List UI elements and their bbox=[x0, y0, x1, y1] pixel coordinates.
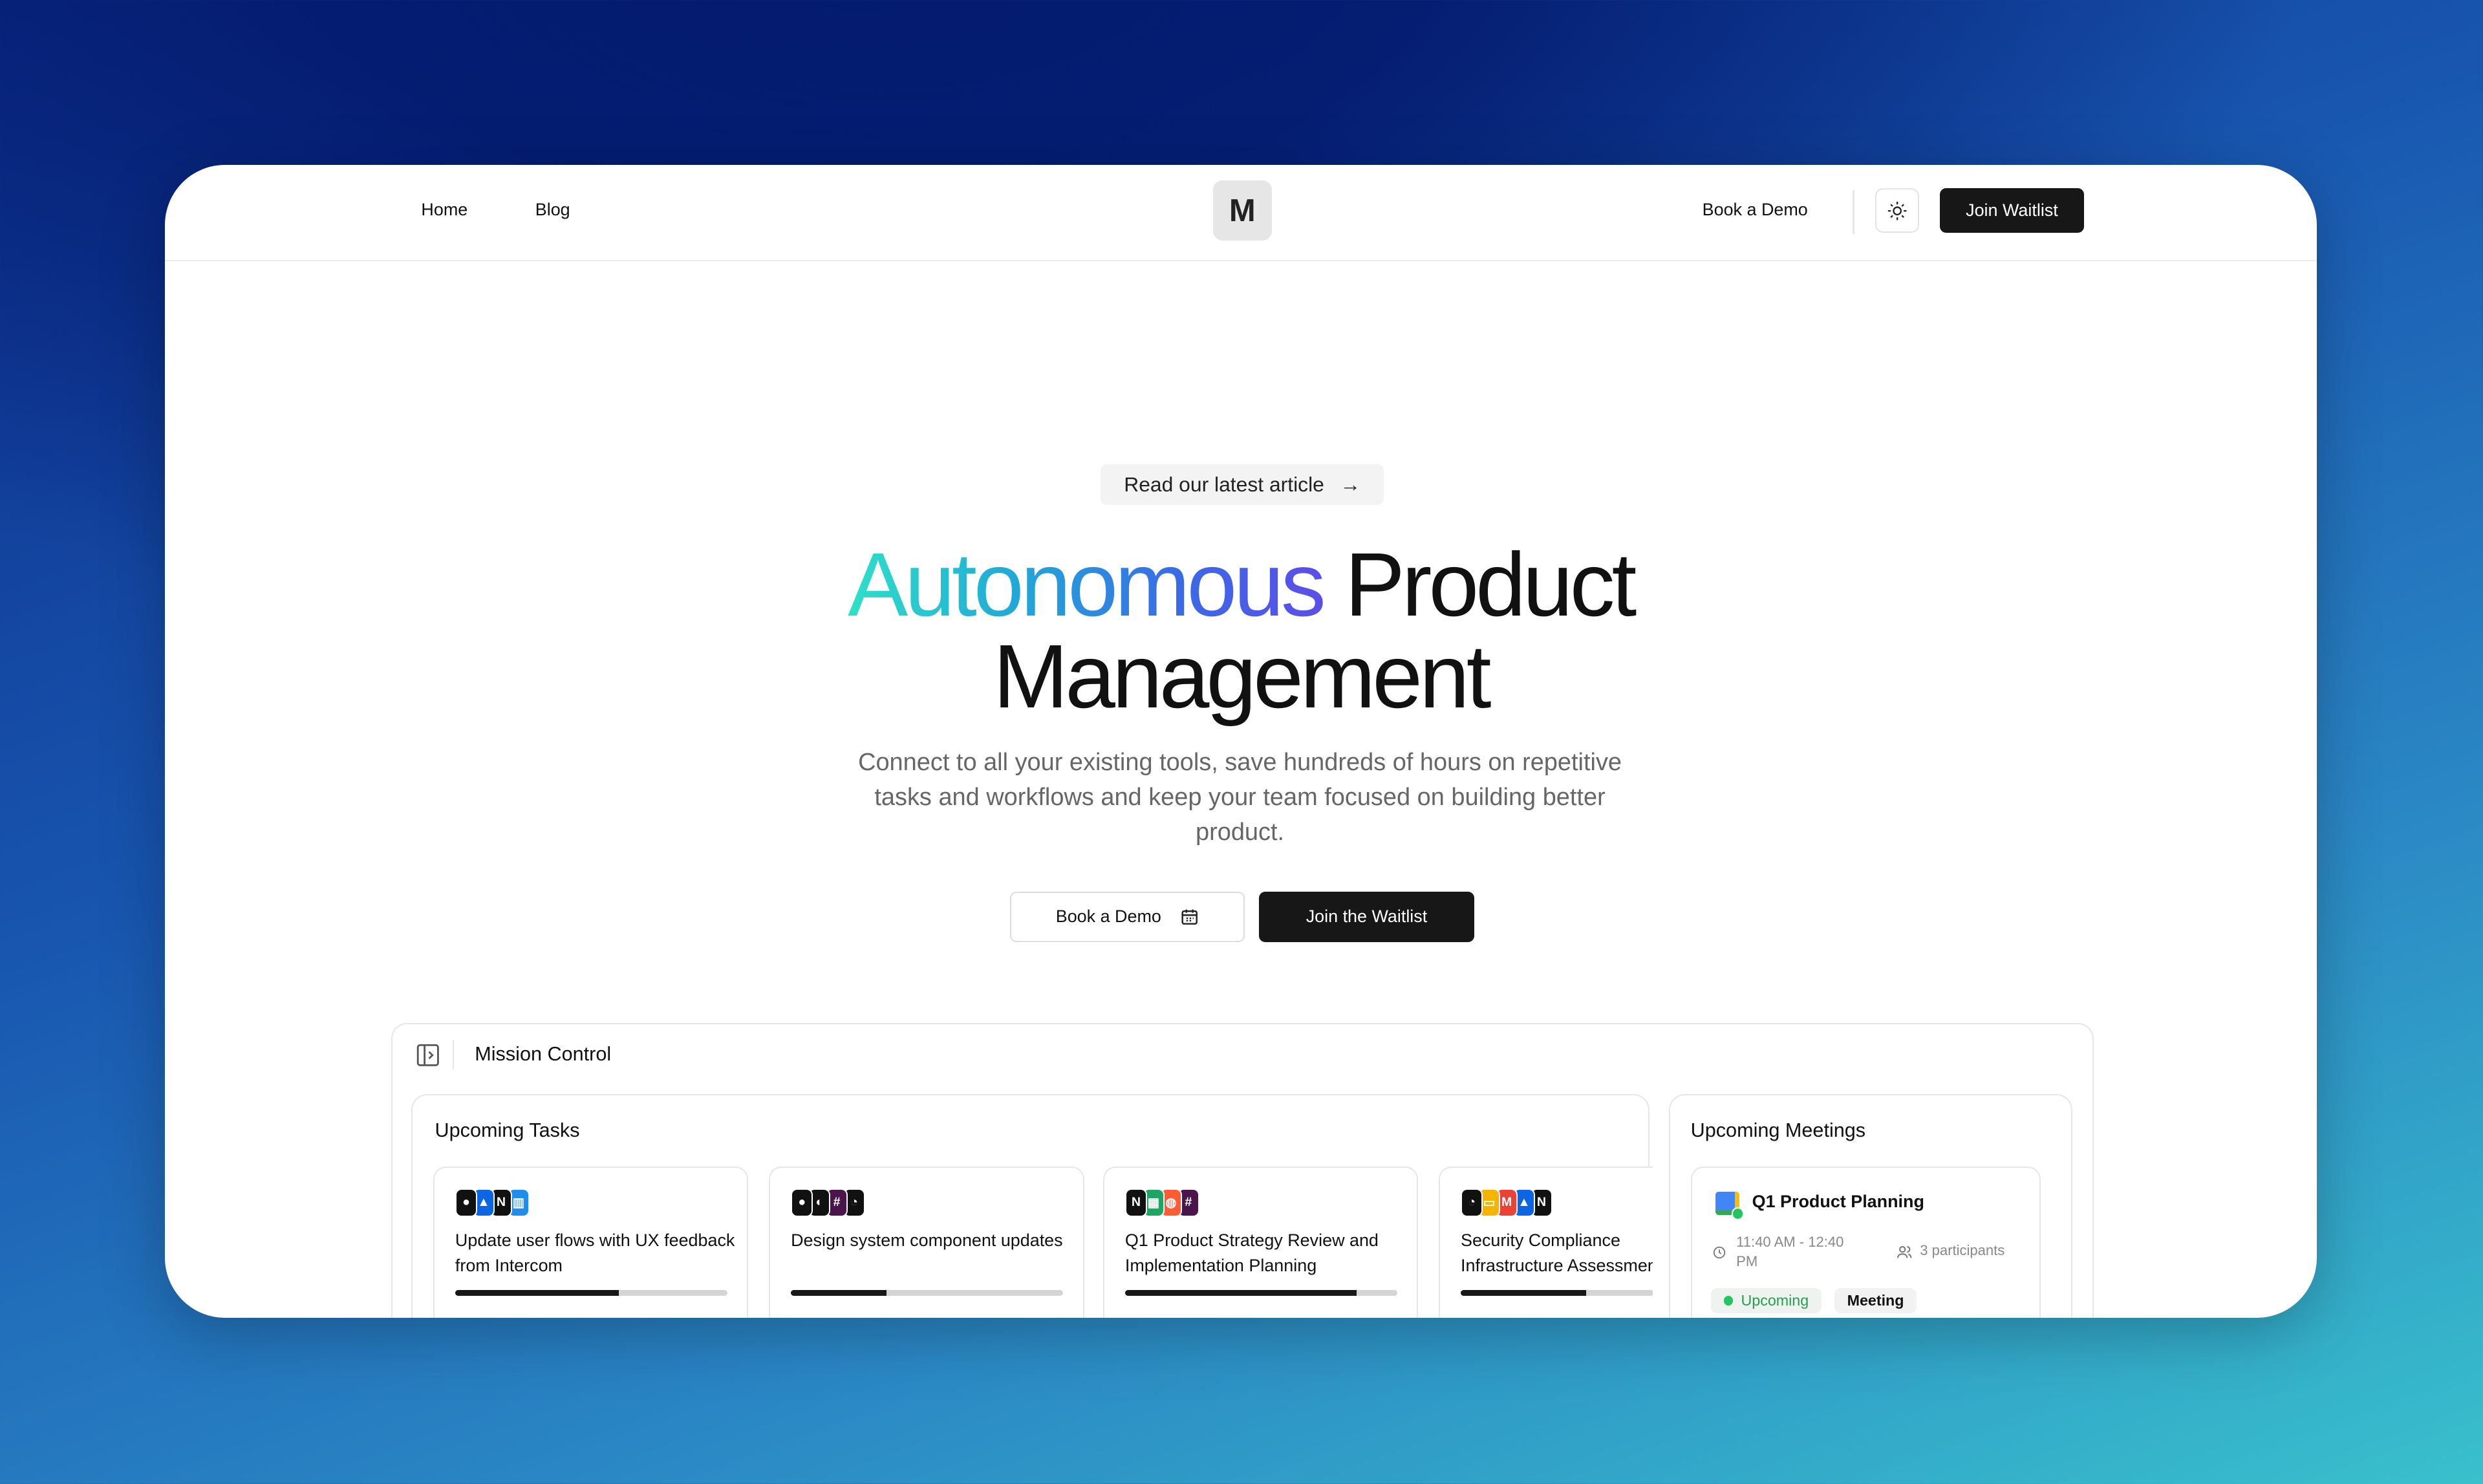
task-progress-bar bbox=[1124, 1289, 1398, 1296]
upcoming-meetings-panel: Upcoming Meetings Q1 Product Planning 11… bbox=[1668, 1093, 2073, 1318]
task-card[interactable]: ● ▲ N ▥ Update user flows with UX feedback f… bbox=[433, 1166, 749, 1318]
meeting-card[interactable]: Q1 Product Planning 11:40 AM - 12:40 PM … bbox=[1690, 1166, 2041, 1318]
github-icon: ● bbox=[791, 1188, 813, 1217]
mission-control-title: Mission Control bbox=[475, 1043, 612, 1066]
hero-title-highlight: Autonomous bbox=[848, 533, 1326, 635]
meeting-time: 11:40 AM - 12:40 PM bbox=[1736, 1234, 1844, 1269]
nav-blog[interactable]: Blog bbox=[535, 200, 570, 220]
task-progress-bar bbox=[1461, 1289, 1653, 1296]
task-progress-fill bbox=[1124, 1289, 1357, 1296]
integration-icons: ● ▲ N ▥ bbox=[455, 1188, 530, 1217]
task-card[interactable]: ◔ ▭ M ▲ N Security Compliance Infrastructure … bbox=[1439, 1166, 1653, 1318]
hero-title-line2: Management bbox=[993, 625, 1492, 727]
integration-icons: N ▦ ◍ # bbox=[1124, 1188, 1199, 1217]
divider bbox=[1853, 189, 1854, 235]
integration-icons: ◔ ▭ M ▲ N bbox=[1461, 1188, 1553, 1217]
task-progress-fill bbox=[1461, 1289, 1587, 1296]
latest-article-link[interactable]: Read our latest article → bbox=[1101, 464, 1384, 506]
join-the-waitlist-button[interactable]: Join the Waitlist bbox=[1258, 891, 1474, 943]
meeting-title: Q1 Product Planning bbox=[1752, 1191, 1924, 1211]
divider bbox=[452, 1040, 455, 1069]
task-progress-fill bbox=[455, 1289, 619, 1296]
top-nav: Home Blog M Book a Demo Join Waitlist bbox=[164, 165, 2317, 262]
participants-count: 3 participants bbox=[1920, 1242, 2005, 1259]
participants-icon bbox=[1897, 1245, 1911, 1258]
integration-icons: ● ◐ # ◔ bbox=[791, 1188, 866, 1217]
task-title: Security Compliance Infrastructure Asses… bbox=[1461, 1231, 1653, 1276]
upcoming-tasks-panel: Upcoming Tasks ● ▲ N ▥ Update user flows wit… bbox=[411, 1093, 1653, 1318]
status-dot bbox=[1723, 1296, 1734, 1306]
hero-title-word: Product bbox=[1344, 533, 1637, 635]
logo[interactable]: M bbox=[1212, 180, 1272, 241]
hero-title: Autonomous Product Management bbox=[165, 539, 2317, 722]
task-progress-bar bbox=[791, 1289, 1064, 1296]
sun-icon bbox=[1887, 201, 1907, 220]
upcoming-meetings-title: Upcoming Meetings bbox=[1690, 1119, 1866, 1141]
book-demo-label: Book a Demo bbox=[1055, 907, 1161, 927]
status-label: Upcoming bbox=[1741, 1292, 1809, 1309]
mission-control-panel: Mission Control Upcoming Tasks ● ▲ N ▥ Updat… bbox=[391, 1023, 2094, 1318]
calendar-icon bbox=[1181, 909, 1198, 925]
task-title: Design system component updates bbox=[791, 1231, 1063, 1251]
linear-icon: ◔ bbox=[1461, 1188, 1483, 1217]
arrow-right-icon: → bbox=[1340, 472, 1361, 496]
nav-book-demo[interactable]: Book a Demo bbox=[1703, 200, 1808, 220]
notion-icon: N bbox=[1124, 1188, 1148, 1217]
clock-icon bbox=[1714, 1246, 1726, 1259]
task-card[interactable]: ● ◐ # ◔ Design system component updates bbox=[769, 1166, 1084, 1318]
latest-article-label: Read our latest article bbox=[1124, 472, 1324, 496]
nav-home[interactable]: Home bbox=[421, 200, 468, 220]
github-icon: ● bbox=[455, 1188, 478, 1217]
task-card[interactable]: N ▦ ◍ # Q1 Product Strategy Review and Imple… bbox=[1103, 1166, 1419, 1318]
task-title: Q1 Product Strategy Review and Implement… bbox=[1124, 1231, 1379, 1276]
task-progress-fill bbox=[791, 1289, 887, 1296]
status-badge: Upcoming bbox=[1710, 1288, 1822, 1314]
sidebar-toggle-icon[interactable] bbox=[414, 1042, 442, 1069]
upcoming-tasks-title: Upcoming Tasks bbox=[435, 1119, 580, 1141]
hero-subtitle: Connect to all your existing tools, save… bbox=[858, 749, 1622, 846]
book-demo-button[interactable]: Book a Demo bbox=[1010, 891, 1245, 943]
join-waitlist-button[interactable]: Join Waitlist bbox=[1940, 188, 2084, 233]
task-progress-bar bbox=[455, 1289, 728, 1296]
browser-window: Home Blog M Book a Demo Join Waitlist Re… bbox=[164, 164, 2317, 1318]
theme-toggle-button[interactable] bbox=[1875, 188, 1920, 233]
task-title: Update user flows with UX feedback from … bbox=[455, 1231, 735, 1276]
type-badge: Meeting bbox=[1834, 1288, 1917, 1314]
page-background: Home Blog M Book a Demo Join Waitlist Re… bbox=[0, 0, 2483, 1484]
google-calendar-icon bbox=[1715, 1191, 1745, 1220]
